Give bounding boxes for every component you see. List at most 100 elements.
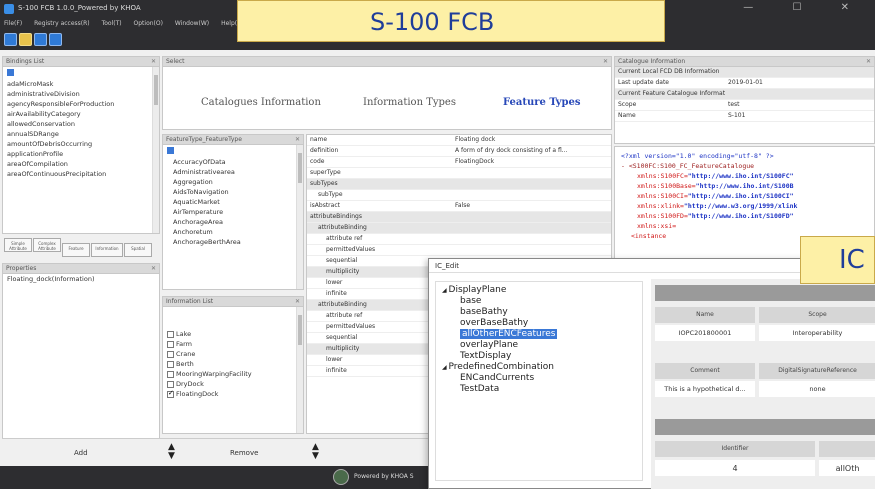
- menu-option[interactable]: Option(O): [134, 20, 163, 27]
- tab-information-types[interactable]: Information Types: [363, 97, 456, 108]
- checkbox[interactable]: [167, 360, 174, 368]
- list-item[interactable]: AquaticMarket: [163, 197, 303, 207]
- tree-node[interactable]: base: [442, 296, 636, 307]
- tab-feature-types[interactable]: Feature Types: [503, 97, 581, 108]
- property-row[interactable]: superType: [307, 168, 611, 179]
- remove-button[interactable]: Remove: [230, 449, 258, 457]
- property-row[interactable]: name Floating dock: [307, 135, 611, 146]
- ic-cell-comment[interactable]: This is a hypothetical d...: [655, 381, 755, 397]
- property-row[interactable]: attributeBindings: [307, 212, 611, 223]
- new-file-icon[interactable]: [4, 33, 17, 46]
- save-icon[interactable]: [34, 33, 47, 46]
- save-all-icon[interactable]: [49, 33, 62, 46]
- list-item[interactable]: areaOfCompilation: [3, 159, 159, 169]
- checkbox[interactable]: [167, 370, 174, 378]
- list-item[interactable]: airAvailabilityCategory: [3, 109, 159, 119]
- tree-node[interactable]: overlayPlane: [442, 340, 636, 351]
- tree-node[interactable]: ◢ PredefinedCombination: [442, 362, 636, 373]
- close-icon[interactable]: ✕: [603, 58, 608, 65]
- tree-node[interactable]: ENCandCurrents: [442, 373, 636, 384]
- close-icon[interactable]: ✕: [866, 58, 871, 65]
- list-item[interactable]: Administrativearea: [163, 167, 303, 177]
- menu-window[interactable]: Window(W): [175, 20, 209, 27]
- property-value[interactable]: [452, 212, 611, 222]
- close-icon[interactable]: ✕: [151, 58, 156, 65]
- close-icon[interactable]: ✕: [151, 265, 156, 272]
- property-value[interactable]: Floating dock: [452, 135, 611, 145]
- list-item[interactable]: AnchorageArea: [163, 217, 303, 227]
- checkbox[interactable]: [167, 380, 174, 388]
- list-item[interactable]: annualSDRange: [3, 129, 159, 139]
- list-item[interactable]: allowedConservation: [3, 119, 159, 129]
- property-row[interactable]: attributeBinding: [307, 223, 611, 234]
- tree-node[interactable]: overBaseBathy: [442, 318, 636, 329]
- checkbox-item[interactable]: Crane: [163, 349, 303, 359]
- close-icon[interactable]: ✕: [295, 136, 300, 143]
- property-value[interactable]: [452, 179, 611, 189]
- property-row[interactable]: attribute ref: [307, 234, 611, 245]
- move-up-down-icon[interactable]: ▲ ▼: [312, 443, 319, 461]
- checkbox-item[interactable]: Lake: [163, 329, 303, 339]
- ic-cell-name[interactable]: IOPC201800001: [655, 325, 755, 341]
- move-up-down-icon[interactable]: ▲ ▼: [168, 443, 175, 461]
- list-item[interactable]: AirTemperature: [163, 207, 303, 217]
- list-item[interactable]: Anchoretum: [163, 227, 303, 237]
- list-item[interactable]: administrativeDivision: [3, 89, 159, 99]
- checkbox-checked[interactable]: [167, 389, 174, 398]
- scrollbar[interactable]: [296, 145, 303, 289]
- ic-cell-identifier-name[interactable]: allOth: [819, 460, 875, 476]
- spatial-button[interactable]: Spatial: [124, 243, 152, 257]
- list-item[interactable]: agencyResponsibleForProduction: [3, 99, 159, 109]
- property-value[interactable]: [452, 223, 611, 233]
- list-item[interactable]: areaOfContinuousPrecipitation: [3, 169, 159, 179]
- menu-registry[interactable]: Registry access(R): [34, 20, 90, 27]
- window-controls[interactable]: — ☐ ✕: [743, 2, 867, 13]
- list-item[interactable]: Aggregation: [163, 177, 303, 187]
- add-button[interactable]: Add: [74, 449, 88, 457]
- checkbox-item[interactable]: Berth: [163, 359, 303, 369]
- feature-button[interactable]: Feature: [62, 243, 90, 257]
- tab-catalogues[interactable]: Catalogues Information: [201, 97, 321, 108]
- list-item[interactable]: applicationProfile: [3, 149, 159, 159]
- tree-node[interactable]: ◢ DisplayPlane: [442, 285, 636, 296]
- property-value[interactable]: [452, 190, 611, 200]
- property-value[interactable]: FloatingDock: [452, 157, 611, 167]
- menu-tool[interactable]: Tool(T): [102, 20, 122, 27]
- menu-file[interactable]: File(F): [4, 20, 22, 27]
- open-file-icon[interactable]: [19, 33, 32, 46]
- tree-node[interactable]: baseBathy: [442, 307, 636, 318]
- property-value[interactable]: A form of dry dock consisting of a fl...: [452, 146, 611, 156]
- ic-cell-scope[interactable]: Interoperability: [759, 325, 875, 341]
- ic-cell-digital-signature[interactable]: none: [759, 381, 875, 397]
- tree-node[interactable]: allOtherENCFeatures: [442, 329, 636, 340]
- checkbox-item[interactable]: Farm: [163, 339, 303, 349]
- information-button[interactable]: Information: [91, 243, 123, 257]
- property-value[interactable]: False: [452, 201, 611, 211]
- list-item[interactable]: AidsToNavigation: [163, 187, 303, 197]
- property-value[interactable]: [452, 245, 611, 255]
- checkbox[interactable]: [167, 330, 174, 338]
- property-row[interactable]: subTypes: [307, 179, 611, 190]
- property-row[interactable]: definition A form of dry dock consisting …: [307, 146, 611, 157]
- ic-cell-identifier[interactable]: 4: [655, 460, 815, 476]
- scrollbar[interactable]: [296, 307, 303, 433]
- checkbox-item[interactable]: DryDock: [163, 379, 303, 389]
- close-icon[interactable]: ✕: [295, 298, 300, 305]
- list-item[interactable]: amountOfDebrisOccurring: [3, 139, 159, 149]
- property-row[interactable]: isAbstract False: [307, 201, 611, 212]
- checkbox[interactable]: [167, 340, 174, 348]
- property-value[interactable]: [452, 234, 611, 244]
- property-row[interactable]: permittedValues: [307, 245, 611, 256]
- complex-attribute-button[interactable]: Complex Attribute: [33, 238, 61, 252]
- checkbox-item[interactable]: FloatingDock: [163, 389, 303, 399]
- checkbox-item[interactable]: MooringWarpingFacility: [163, 369, 303, 379]
- property-row[interactable]: code FloatingDock: [307, 157, 611, 168]
- property-value[interactable]: [452, 168, 611, 178]
- list-item[interactable]: adaMicroMask: [3, 79, 159, 89]
- list-item[interactable]: AnchorageBerthArea: [163, 237, 303, 247]
- tree-node[interactable]: TextDisplay: [442, 351, 636, 362]
- scrollbar[interactable]: [152, 67, 159, 233]
- simple-attribute-button[interactable]: Simple Attribute: [4, 238, 32, 252]
- checkbox[interactable]: [167, 350, 174, 358]
- property-row[interactable]: subType: [307, 190, 611, 201]
